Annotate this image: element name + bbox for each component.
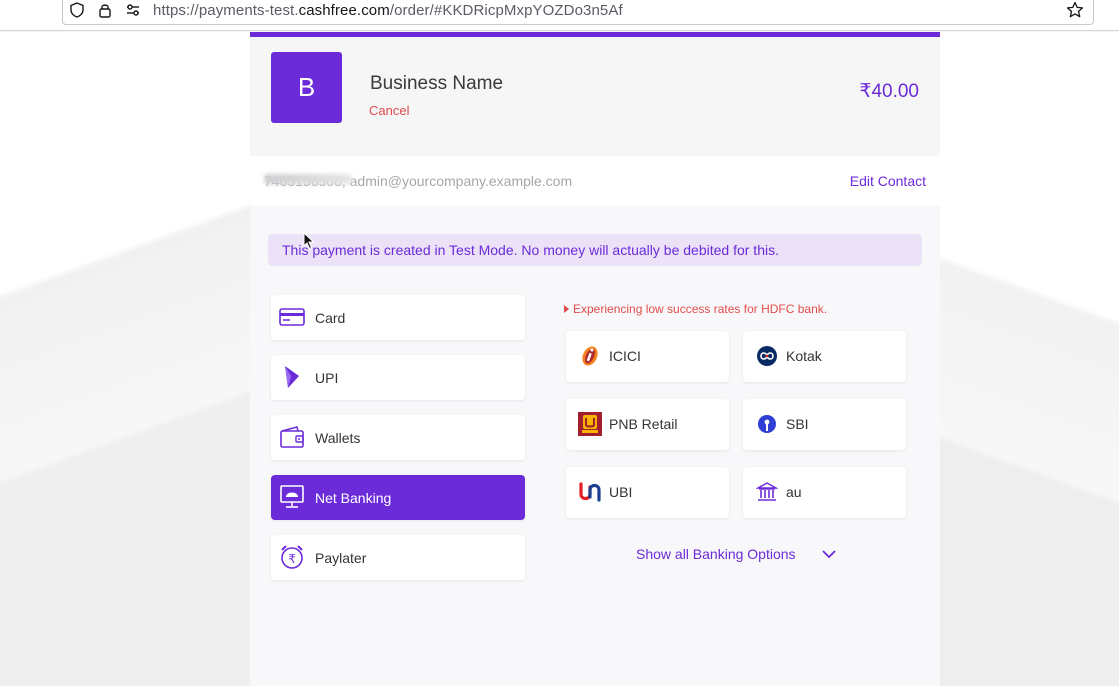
mouse-cursor-icon — [303, 231, 315, 255]
bank-option-ubi[interactable]: UBI — [566, 467, 729, 518]
bank-option-kotak[interactable]: Kotak — [743, 331, 906, 382]
contact-bar: 7405156508, admin@yourcompany.example.co… — [250, 156, 940, 206]
payment-method-upi[interactable]: UPI — [271, 355, 525, 400]
url-path: /order/#KKDRicpMxpYOZDo3n5Af — [389, 2, 623, 19]
bank-option-pnb-retail[interactable]: PNB Retail — [566, 399, 729, 450]
payment-method-label: Net Banking — [315, 490, 392, 506]
bank-label: au — [786, 484, 802, 500]
sbi-logo-icon — [755, 412, 779, 436]
upi-icon — [279, 364, 305, 390]
chevron-down-icon — [821, 546, 836, 562]
edit-contact-link[interactable]: Edit Contact — [850, 173, 926, 189]
bank-label: ICICI — [609, 348, 641, 364]
payment-method-net-banking[interactable]: Net Banking — [271, 475, 525, 520]
bank-building-icon — [755, 480, 779, 504]
shield-icon[interactable] — [68, 1, 86, 19]
bookmark-star-icon[interactable] — [1066, 1, 1084, 19]
cancel-link[interactable]: Cancel — [369, 103, 409, 118]
warning-arrow-icon — [564, 305, 569, 313]
payment-method-wallets[interactable]: Wallets — [271, 415, 525, 460]
checkout-header: B Business Name Cancel ₹40.00 — [250, 37, 940, 156]
bank-option-au[interactable]: au — [743, 467, 906, 518]
lock-icon[interactable] — [96, 1, 114, 19]
payment-method-label: Paylater — [315, 550, 367, 566]
bank-label: Kotak — [786, 348, 822, 364]
paylater-icon: ₹ — [279, 544, 305, 570]
hdfc-warning: Experiencing low success rates for HDFC … — [564, 302, 827, 316]
warning-text: Experiencing low success rates for HDFC … — [573, 302, 828, 316]
contact-phone-redaction — [264, 174, 352, 184]
card-icon — [279, 304, 305, 330]
wallet-icon — [279, 424, 305, 450]
bank-option-sbi[interactable]: SBI — [743, 399, 906, 450]
payment-method-label: UPI — [315, 370, 339, 386]
order-amount: ₹40.00 — [859, 81, 919, 102]
business-logo: B — [271, 52, 342, 123]
bank-label: PNB Retail — [609, 416, 678, 432]
business-name: Business Name — [370, 73, 504, 94]
page-background-left — [0, 32, 250, 686]
pnb-logo-icon — [578, 412, 602, 436]
browser-toolbar: https://payments-test.cashfree.com/order… — [0, 0, 1119, 31]
payment-method-label: Card — [315, 310, 346, 326]
url-prefix: https://payments-test. — [153, 2, 299, 19]
address-bar[interactable]: https://payments-test.cashfree.com/order… — [62, 0, 1094, 25]
payment-method-paylater[interactable]: ₹ Paylater — [271, 535, 525, 580]
show-all-banks-label: Show all Banking Options — [636, 546, 796, 562]
test-mode-notice: This payment is created in Test Mode. No… — [268, 234, 922, 266]
ubi-logo-icon — [578, 480, 602, 504]
svg-text:₹: ₹ — [288, 552, 296, 566]
bank-label: SBI — [786, 416, 809, 432]
url-text[interactable]: https://payments-test.cashfree.com/order… — [153, 2, 623, 19]
bank-label: UBI — [609, 484, 633, 500]
url-domain: cashfree.com — [298, 2, 390, 19]
icici-logo-icon — [578, 344, 602, 368]
payment-method-label: Wallets — [315, 430, 361, 446]
net-banking-icon — [279, 484, 305, 510]
checkout-card: B Business Name Cancel ₹40.00 7405156508… — [250, 32, 940, 686]
page-background-right — [940, 32, 1119, 686]
bank-option-icici[interactable]: ICICI — [566, 331, 729, 382]
payment-method-list: Card UPI Wallets Net Banking ₹ Paylater — [271, 295, 525, 595]
payment-method-card[interactable]: Card — [271, 295, 525, 340]
kotak-logo-icon — [755, 344, 779, 368]
permissions-icon[interactable] — [124, 1, 142, 19]
show-all-banks-button[interactable]: Show all Banking Options — [636, 546, 836, 562]
